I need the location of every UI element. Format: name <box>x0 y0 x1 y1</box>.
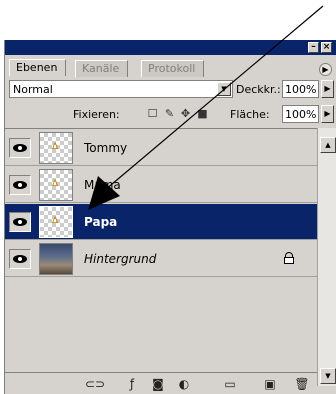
lock-label: Fixieren: <box>73 108 120 121</box>
panel-menu-button[interactable]: ▶ <box>319 63 332 76</box>
layer-thumbnail: ᐃ <box>39 169 73 201</box>
new-folder-icon[interactable]: ▭ <box>221 376 239 392</box>
opacity-label: Deckkr.: <box>236 83 281 96</box>
padlock-icon <box>283 251 295 265</box>
eye-icon <box>13 181 27 189</box>
layer-name: Papa <box>84 215 118 229</box>
panel-titlebar: – × <box>5 40 336 55</box>
layer-thumbnail <box>39 243 73 275</box>
blend-mode-select[interactable]: Normal ▼ <box>9 80 233 98</box>
blend-opacity-row: Normal ▼ Deckkr.: 100% ▶ <box>5 78 336 100</box>
lock-icon[interactable]: ■ <box>196 107 209 120</box>
fill-arrow-button[interactable]: ▶ <box>321 105 334 123</box>
chevron-down-icon[interactable]: ▼ <box>217 82 231 96</box>
visibility-toggle[interactable] <box>9 138 31 158</box>
minimize-button[interactable]: – <box>308 42 319 53</box>
move-icon[interactable]: ✥ <box>179 107 192 120</box>
opacity-arrow-button[interactable]: ▶ <box>321 80 334 98</box>
blend-mode-value: Normal <box>13 83 53 96</box>
visibility-toggle[interactable] <box>9 249 31 269</box>
layer-name: Tommy <box>84 141 128 155</box>
brush-icon[interactable]: ✎ <box>163 107 176 120</box>
layer-thumbnail: ᐃ <box>39 206 73 238</box>
fill-input[interactable]: 100% <box>282 105 319 123</box>
layer-row[interactable]: ᐃ Tommy <box>5 130 317 166</box>
layer-list-scrollbar[interactable]: ▲ ▼ <box>317 128 336 386</box>
fill-label: Fläche: <box>230 108 270 121</box>
new-layer-icon[interactable]: ▣ <box>261 376 279 392</box>
visibility-toggle[interactable] <box>9 175 31 195</box>
scroll-down-button[interactable]: ▼ <box>320 368 336 384</box>
layer-row[interactable]: Hintergrund <box>5 241 317 277</box>
layer-name: Hintergrund <box>84 252 157 266</box>
close-button[interactable]: × <box>321 42 332 53</box>
checkbox-icon[interactable]: ☐ <box>146 107 159 120</box>
eye-icon <box>13 218 27 226</box>
lock-fill-row: Fixieren: ☐ ✎ ✥ ■ Fläche: 100% ▶ <box>5 103 336 125</box>
tab-protokoll[interactable]: Protokoll <box>141 60 205 77</box>
layer-style-icon[interactable]: ƒ <box>123 376 141 392</box>
trash-icon[interactable]: 🗑 <box>293 376 311 392</box>
tab-ebenen[interactable]: Ebenen <box>9 59 67 76</box>
layer-row-selected[interactable]: ᐃ Papa <box>5 204 317 240</box>
eye-icon <box>13 255 27 263</box>
mask-icon[interactable]: ◙ <box>149 376 167 392</box>
panel-bottom-toolbar: ⊂⊃ ƒ ◙ ◐ ▭ ▣ 🗑 <box>5 372 317 394</box>
link-icon[interactable]: ⊂⊃ <box>85 376 105 392</box>
tab-kanaele[interactable]: Kanäle <box>75 60 129 77</box>
opacity-input[interactable]: 100% <box>282 80 319 98</box>
layers-panel: – × Ebenen Kanäle Protokoll ▶ Normal ▼ D… <box>4 40 336 394</box>
tab-row: Ebenen Kanäle Protokoll ▶ <box>5 55 336 77</box>
scroll-up-button[interactable]: ▲ <box>320 137 336 153</box>
eye-icon <box>13 144 27 152</box>
layer-list: ᐃ Tommy ᐃ Mama ᐃ Papa Hintergrund <box>5 128 317 386</box>
layer-name: Mama <box>84 178 121 192</box>
layer-thumbnail: ᐃ <box>39 132 73 164</box>
adjustment-layer-icon[interactable]: ◐ <box>175 376 193 392</box>
visibility-toggle[interactable] <box>9 212 31 232</box>
layer-row[interactable]: ᐃ Mama <box>5 167 317 203</box>
